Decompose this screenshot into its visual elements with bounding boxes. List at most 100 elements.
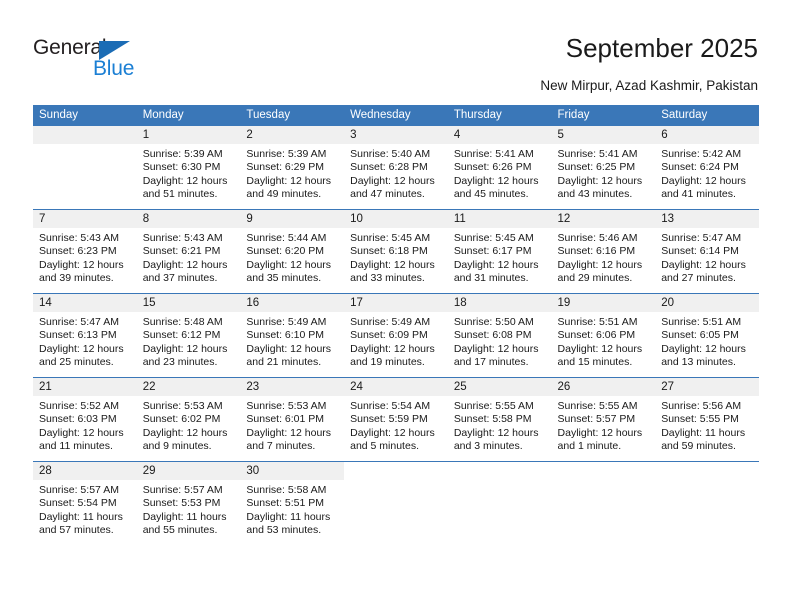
calendar-day-cell[interactable]: 13 Sunrise: 5:47 AM Sunset: 6:14 PM Dayligh…: [655, 209, 759, 294]
weekday-header-sunday: Sunday: [33, 105, 137, 126]
daylight-text: Daylight: 12 hours: [350, 258, 435, 271]
sunrise-text: Sunrise: 5:41 AM: [453, 148, 534, 160]
sunrise-text: Sunrise: 5:57 AM: [39, 484, 119, 496]
calendar-day-cell[interactable]: 10 Sunrise: 5:45 AM Sunset: 6:18 PM Dayligh…: [344, 209, 448, 294]
calendar-day-cell[interactable]: 25 Sunrise: 5:55 AM Sunset: 5:58 PM Dayligh…: [447, 377, 552, 462]
day-sun-info: Sunrise: 5:53 AM Sunset: 6:02 PM Daylight:…: [137, 396, 241, 454]
daylight-text: Daylight: 12 hours: [557, 342, 643, 355]
day-sun-info: Sunrise: 5:55 AM Sunset: 5:58 PM Daylight:…: [448, 396, 552, 454]
day-sun-info: Sunrise: 5:48 AM Sunset: 6:12 PM Daylight:…: [137, 312, 241, 370]
sunset-text: Sunset: 6:18 PM: [350, 245, 428, 258]
daylight-text: Daylight: 12 hours: [246, 174, 332, 187]
daylight-text: Daylight: 12 hours: [661, 342, 746, 355]
day-number: 3: [344, 126, 448, 144]
calendar-day-cell[interactable]: 22 Sunrise: 5:53 AM Sunset: 6:02 PM Dayligh…: [136, 377, 241, 462]
sunset-text: Sunset: 6:17 PM: [453, 245, 532, 258]
sunset-text: Sunset: 5:57 PM: [557, 413, 636, 426]
sunset-text: Sunset: 5:55 PM: [661, 413, 739, 426]
day-sun-info: Sunrise: 5:39 AM Sunset: 6:30 PM Daylight:…: [137, 144, 241, 202]
day-number: 22: [136, 378, 241, 396]
calendar-day-cell[interactable]: 23 Sunrise: 5:53 AM Sunset: 6:01 PM Dayligh…: [240, 377, 345, 462]
calendar-day-cell[interactable]: 11 Sunrise: 5:45 AM Sunset: 6:17 PM Dayligh…: [447, 209, 552, 294]
daylight-text: and 3 minutes.: [453, 440, 523, 453]
day-sun-info: Sunrise: 5:39 AM Sunset: 6:29 PM Daylight:…: [240, 144, 344, 202]
calendar-day-cell[interactable]: 16 Sunrise: 5:49 AM Sunset: 6:10 PM Dayligh…: [240, 293, 345, 378]
calendar-day-cell: [551, 461, 656, 545]
sunrise-text: Sunrise: 5:47 AM: [661, 232, 742, 244]
sunrise-text: Sunrise: 5:53 AM: [142, 400, 223, 412]
calendar-day-cell[interactable]: 30 Sunrise: 5:58 AM Sunset: 5:51 PM Dayligh…: [240, 461, 345, 545]
daylight-text: Daylight: 12 hours: [142, 174, 228, 187]
sunset-text: Sunset: 6:26 PM: [453, 161, 532, 174]
sunrise-text: Sunrise: 5:51 AM: [661, 316, 742, 328]
calendar-day-cell[interactable]: 28 Sunrise: 5:57 AM Sunset: 5:54 PM Dayligh…: [33, 461, 137, 545]
weekday-header-saturday: Saturday: [655, 105, 759, 126]
sunrise-text: Sunrise: 5:50 AM: [453, 316, 534, 328]
day-number: 19: [551, 294, 656, 312]
sunset-text: Sunset: 6:12 PM: [142, 329, 221, 342]
daylight-text: Daylight: 12 hours: [350, 426, 435, 439]
calendar-day-cell[interactable]: 18 Sunrise: 5:50 AM Sunset: 6:08 PM Dayligh…: [447, 293, 552, 378]
calendar-week-row: 14 Sunrise: 5:47 AM Sunset: 6:13 PM Dayligh…: [33, 293, 759, 378]
daylight-text: Daylight: 12 hours: [661, 174, 746, 187]
day-sun-info: Sunrise: 5:46 AM Sunset: 6:16 PM Daylight:…: [552, 228, 656, 286]
daylight-text: Daylight: 12 hours: [246, 342, 332, 355]
weekday-header-monday: Monday: [136, 105, 241, 126]
sunrise-text: Sunrise: 5:43 AM: [142, 232, 223, 244]
day-number: 24: [344, 378, 448, 396]
calendar-day-cell[interactable]: 14 Sunrise: 5:47 AM Sunset: 6:13 PM Dayligh…: [33, 293, 137, 378]
calendar-day-cell[interactable]: 19 Sunrise: 5:51 AM Sunset: 6:06 PM Dayligh…: [551, 293, 656, 378]
sunset-text: Sunset: 6:05 PM: [661, 329, 739, 342]
daylight-text: Daylight: 12 hours: [557, 426, 643, 439]
calendar-day-cell[interactable]: 29 Sunrise: 5:57 AM Sunset: 5:53 PM Dayligh…: [136, 461, 241, 545]
calendar-day-cell[interactable]: 1 Sunrise: 5:39 AM Sunset: 6:30 PM Daylight…: [136, 126, 241, 210]
calendar-day-cell[interactable]: 2 Sunrise: 5:39 AM Sunset: 6:29 PM Daylight…: [240, 126, 345, 210]
day-sun-info: Sunrise: 5:54 AM Sunset: 5:59 PM Daylight:…: [344, 396, 448, 454]
daylight-text: and 43 minutes.: [557, 188, 633, 201]
calendar-day-cell[interactable]: 21 Sunrise: 5:52 AM Sunset: 6:03 PM Dayligh…: [33, 377, 137, 462]
calendar-day-cell[interactable]: 8 Sunrise: 5:43 AM Sunset: 6:21 PM Daylight…: [136, 209, 241, 294]
calendar-day-cell[interactable]: 5 Sunrise: 5:41 AM Sunset: 6:25 PM Daylight…: [551, 126, 656, 210]
calendar-day-cell[interactable]: 7 Sunrise: 5:43 AM Sunset: 6:23 PM Daylight…: [33, 209, 137, 294]
day-number: 15: [136, 294, 241, 312]
calendar-day-cell[interactable]: 12 Sunrise: 5:46 AM Sunset: 6:16 PM Dayligh…: [551, 209, 656, 294]
sunset-text: Sunset: 6:14 PM: [661, 245, 739, 258]
calendar-day-cell[interactable]: 24 Sunrise: 5:54 AM Sunset: 5:59 PM Dayligh…: [344, 377, 448, 462]
calendar-day-cell[interactable]: 26 Sunrise: 5:55 AM Sunset: 5:57 PM Dayligh…: [551, 377, 656, 462]
calendar-day-cell[interactable]: 9 Sunrise: 5:44 AM Sunset: 6:20 PM Daylight…: [240, 209, 345, 294]
daylight-text: Daylight: 12 hours: [350, 342, 435, 355]
calendar-day-cell[interactable]: 6 Sunrise: 5:42 AM Sunset: 6:24 PM Daylight…: [655, 126, 759, 210]
calendar-body: 1 Sunrise: 5:39 AM Sunset: 6:30 PM Daylight…: [33, 126, 759, 545]
weekday-header-wednesday: Wednesday: [344, 105, 448, 126]
sunset-text: Sunset: 5:58 PM: [453, 413, 532, 426]
calendar-day-cell[interactable]: 3 Sunrise: 5:40 AM Sunset: 6:28 PM Daylight…: [344, 126, 448, 210]
day-sun-info: Sunrise: 5:49 AM Sunset: 6:10 PM Daylight:…: [240, 312, 344, 370]
daylight-text: Daylight: 11 hours: [39, 510, 123, 523]
logo-text-blue: Blue: [93, 57, 135, 80]
weekday-header-row: Sunday Monday Tuesday Wednesday Thursday…: [33, 105, 759, 126]
calendar-day-cell[interactable]: 15 Sunrise: 5:48 AM Sunset: 6:12 PM Dayligh…: [136, 293, 241, 378]
page-location: New Mirpur, Azad Kashmir, Pakistan: [540, 78, 758, 93]
sunrise-text: Sunrise: 5:49 AM: [350, 316, 431, 328]
day-sun-info: Sunrise: 5:42 AM Sunset: 6:24 PM Daylight:…: [655, 144, 759, 202]
calendar-day-cell[interactable]: 20 Sunrise: 5:51 AM Sunset: 6:05 PM Dayligh…: [655, 293, 759, 378]
daylight-text: and 49 minutes.: [246, 188, 322, 201]
sunset-text: Sunset: 6:08 PM: [453, 329, 532, 342]
day-sun-info: Sunrise: 5:41 AM Sunset: 6:26 PM Daylight:…: [448, 144, 552, 202]
daylight-text: and 17 minutes.: [453, 356, 529, 369]
day-sun-info: Sunrise: 5:45 AM Sunset: 6:17 PM Daylight:…: [448, 228, 552, 286]
sunrise-text: Sunrise: 5:49 AM: [246, 316, 327, 328]
calendar-day-cell[interactable]: 27 Sunrise: 5:56 AM Sunset: 5:55 PM Dayligh…: [655, 377, 759, 462]
day-number: 28: [33, 462, 137, 480]
daylight-text: and 23 minutes.: [142, 356, 218, 369]
calendar-day-cell[interactable]: 4 Sunrise: 5:41 AM Sunset: 6:26 PM Daylight…: [447, 126, 552, 210]
sunset-text: Sunset: 6:21 PM: [142, 245, 221, 258]
day-number: 21: [33, 378, 137, 396]
calendar-day-cell[interactable]: 17 Sunrise: 5:49 AM Sunset: 6:09 PM Dayligh…: [344, 293, 448, 378]
day-number: 2: [240, 126, 345, 144]
daylight-text: and 15 minutes.: [557, 356, 633, 369]
day-number: 30: [240, 462, 345, 480]
daylight-text: and 51 minutes.: [142, 188, 218, 201]
daylight-text: and 11 minutes.: [39, 440, 113, 453]
calendar-week-row: 7 Sunrise: 5:43 AM Sunset: 6:23 PM Daylight…: [33, 209, 759, 294]
